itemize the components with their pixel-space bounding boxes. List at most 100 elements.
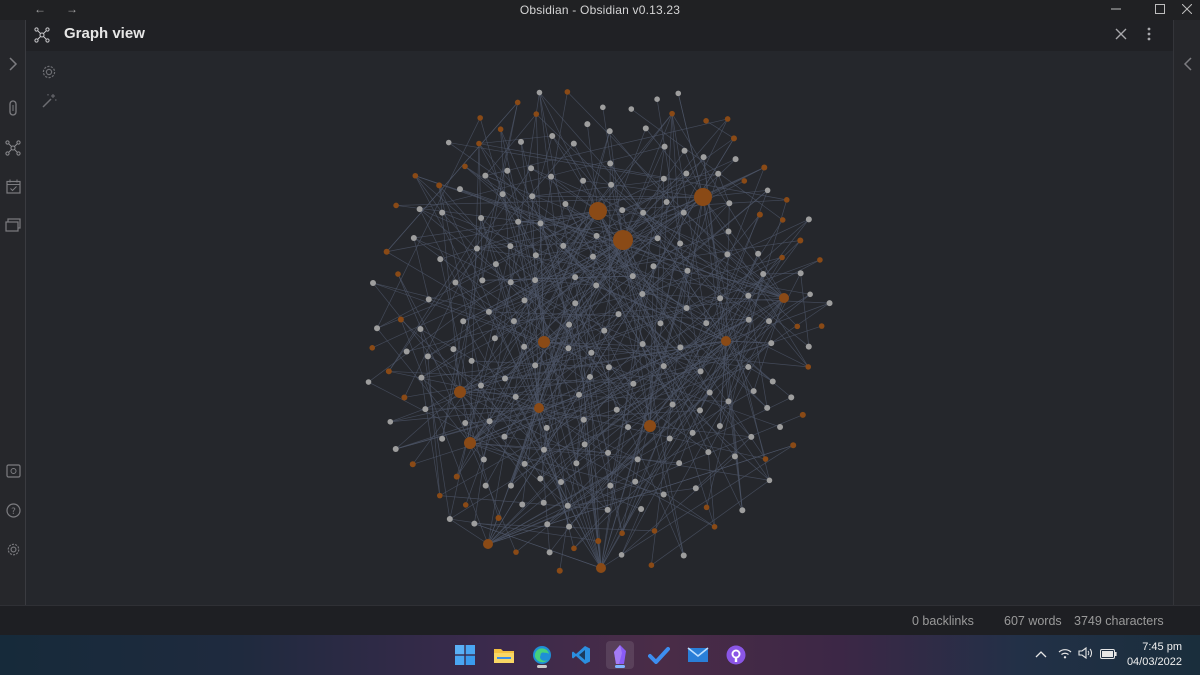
graph-hub-node[interactable] [613,230,633,250]
graph-node[interactable] [395,271,401,277]
graph-node[interactable] [730,135,737,142]
volume-control[interactable] [1078,646,1094,662]
graph-node[interactable] [374,325,381,332]
graph-node[interactable] [460,318,467,325]
graph-node[interactable] [507,243,514,250]
graph-node[interactable] [777,423,784,430]
ribbon-open-vault[interactable] [3,461,23,481]
graph-node[interactable] [476,140,482,147]
graph-node[interactable] [581,441,588,448]
graph-node[interactable] [818,323,825,329]
graph-node[interactable] [681,147,688,154]
graph-node[interactable] [606,128,613,135]
graph-node[interactable] [625,424,632,431]
graph-node[interactable] [677,240,684,247]
graph-node[interactable] [540,499,547,506]
graph-node[interactable] [654,96,660,102]
graph-node[interactable] [760,271,767,278]
graph-node[interactable] [437,256,444,263]
graph-node[interactable] [629,273,636,280]
graph-node[interactable] [450,346,457,353]
graph-node[interactable] [482,172,489,179]
graph-node[interactable] [639,340,646,347]
graph-node[interactable] [605,449,612,456]
graph-node[interactable] [593,232,600,239]
graph-node[interactable] [783,197,790,203]
graph-node[interactable] [471,520,478,527]
graph-node[interactable] [501,433,508,440]
graph-node[interactable] [403,348,410,355]
graph-node[interactable] [638,506,645,513]
graph-node[interactable] [572,300,579,307]
graph-node[interactable] [697,368,704,375]
graph-node[interactable] [779,254,785,261]
ribbon-daily-note[interactable] [3,176,23,196]
graph-hub-node[interactable] [534,403,544,413]
graph-node[interactable] [558,478,565,485]
graph-node[interactable] [393,202,399,209]
graph-node[interactable] [436,182,443,189]
graph-node[interactable] [491,335,498,342]
graph-node[interactable] [696,407,703,414]
system-clock[interactable]: 7:45 pm 04/03/2022 [1127,640,1182,670]
graph-node[interactable] [741,178,748,184]
graph-node[interactable] [600,104,606,111]
graph-node[interactable] [576,391,583,398]
graph-node[interactable] [446,516,453,523]
graph-node[interactable] [761,164,768,171]
graph-node[interactable] [566,321,573,328]
vscode-button[interactable] [567,641,595,669]
graph-node[interactable] [700,154,707,161]
graph-node[interactable] [717,295,724,302]
graph-node[interactable] [677,344,684,351]
graph-node[interactable] [745,363,752,370]
graph-node[interactable] [480,456,487,463]
graph-hub-node[interactable] [779,293,789,303]
graph-node[interactable] [619,207,626,214]
graph-node[interactable] [529,193,536,200]
graph-node[interactable] [692,485,699,492]
graph-node[interactable] [604,506,611,513]
graph-node[interactable] [660,175,667,182]
graph-node[interactable] [588,349,595,356]
graph-node[interactable] [639,291,646,298]
graph-node[interactable] [680,209,687,216]
graph-node[interactable] [409,461,416,468]
ribbon-help[interactable]: ? [3,500,23,520]
graph-node[interactable] [805,216,812,223]
graph-node[interactable] [549,132,556,139]
graph-node[interactable] [410,234,417,241]
ribbon-open-quick-switcher[interactable] [3,98,23,118]
graph-node[interactable] [732,156,739,163]
graph-node[interactable] [417,326,424,333]
graph-node[interactable] [560,242,567,249]
graph-node[interactable] [532,277,539,284]
graph-node[interactable] [462,163,468,170]
graph-node[interactable] [756,211,763,218]
graph-node[interactable] [650,263,657,270]
graph-node[interactable] [788,394,795,401]
graph-node[interactable] [370,279,377,286]
graph-node[interactable] [660,491,667,498]
graph-node[interactable] [543,424,550,431]
graph-node[interactable] [519,501,526,508]
graph-node[interactable] [486,418,493,425]
more-options-button[interactable] [1139,24,1159,44]
graph-node[interactable] [675,90,682,97]
graph-node[interactable] [482,482,489,489]
graph-node[interactable] [680,552,687,559]
graph-network[interactable] [26,51,1173,605]
graph-node[interactable] [613,406,620,413]
obsidian-taskbar-button[interactable] [606,641,634,669]
backlinks-count[interactable]: 0 backlinks [912,614,974,628]
graph-hub-node[interactable] [721,336,731,346]
graph-node[interactable] [660,363,667,370]
graph-node[interactable] [564,89,571,95]
graph-canvas[interactable] [26,51,1173,605]
graph-node[interactable] [764,404,771,411]
maximize-button[interactable] [1151,1,1169,19]
graph-node[interactable] [418,374,425,381]
graph-node[interactable] [397,316,404,323]
graph-node[interactable] [595,537,602,544]
graph-node[interactable] [507,482,514,489]
